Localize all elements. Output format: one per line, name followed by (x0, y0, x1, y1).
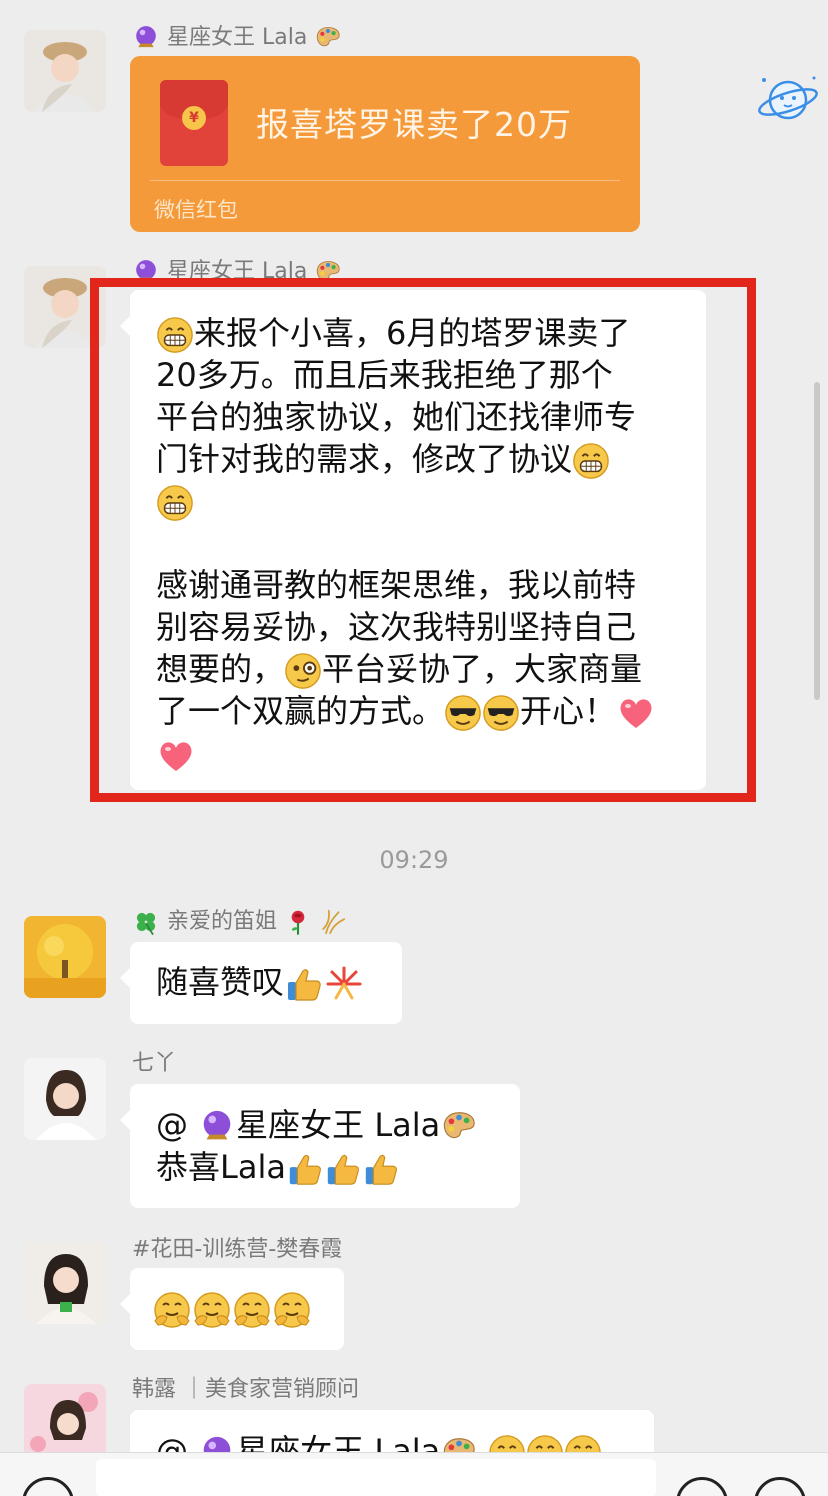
palette-icon (314, 24, 342, 52)
red-packet-title: 报喜塔罗课卖了20万 (256, 105, 572, 144)
message-line: 了一个双赢的方式。 开心！ (156, 690, 706, 733)
crystal-ball-icon (132, 258, 160, 286)
sender-name: #花田-训练营-樊春霞 (132, 1237, 343, 1262)
message-bubble[interactable] (120, 1268, 344, 1350)
sunglasses-emoji-icon (444, 694, 482, 732)
crystal-ball-icon (198, 1108, 236, 1146)
monocle-emoji-icon (284, 652, 322, 690)
planet-icon[interactable] (756, 70, 820, 126)
avatar[interactable] (24, 266, 106, 348)
red-packet-message[interactable]: ¥ 报喜塔罗课卖了20万 微信红包 (130, 56, 640, 232)
message-line: 20多万。而且后来我拒绝了那个 (156, 356, 613, 394)
message-line: 恭喜Lala (156, 1146, 520, 1188)
thumbs-up-icon (284, 964, 324, 1004)
message-line: 想要的， 平台妥协了，大家商量 (156, 650, 643, 690)
message-line: 门针对我的需求，修改了协议 (156, 438, 706, 480)
avatar[interactable] (24, 916, 106, 998)
palette-icon (314, 258, 342, 286)
message-line: 别容易妥协，这次我特别坚持自己 (156, 608, 637, 646)
timestamp: 09:29 (379, 846, 449, 874)
hug-emoji-icon (232, 1291, 272, 1331)
more-button[interactable] (754, 1477, 806, 1496)
sunglasses-emoji-icon (482, 694, 520, 732)
thumbs-up-icon (362, 1150, 400, 1188)
hug-emoji-icon (272, 1291, 312, 1331)
grin-emoji-icon (156, 484, 194, 522)
message-input[interactable] (96, 1459, 656, 1496)
rose-icon (284, 908, 312, 936)
heart-emoji-icon (616, 693, 656, 733)
message-line (156, 480, 706, 522)
sender-name: 星座女王 Lala (132, 258, 342, 286)
avatar[interactable] (24, 30, 106, 112)
thumbs-up-icon (286, 1150, 324, 1188)
emoji-button[interactable] (676, 1477, 728, 1496)
thumbs-up-icon (324, 1150, 362, 1188)
red-packet-footer: 微信红包 (154, 198, 238, 222)
avatar[interactable] (24, 1242, 106, 1324)
message-bubble[interactable]: 随喜赞叹 (120, 942, 402, 1024)
message-line: 平台的独家协议，她们还找律师专 (156, 398, 637, 436)
heart-emoji-icon (156, 736, 196, 776)
message-line: 来报个小喜，6月的塔罗课卖了 (156, 312, 706, 354)
message-bubble[interactable]: 来报个小喜，6月的塔罗课卖了 20多万。而且后来我拒绝了那个 平台的独家协议，她… (120, 290, 706, 790)
avatar[interactable] (24, 1058, 106, 1140)
clover-icon (132, 908, 160, 936)
sender-name: 星座女王 Lala (132, 24, 342, 52)
hug-emoji-icon (152, 1291, 192, 1331)
voice-button[interactable] (22, 1477, 74, 1496)
message-line: @ 星座女王 Lala (156, 1104, 520, 1146)
message-line: 随喜赞叹 (156, 961, 402, 1004)
message-line (156, 733, 706, 776)
red-envelope-icon: ¥ (160, 80, 228, 166)
message-bubble[interactable]: @ 星座女王 Lala 恭喜Lala (120, 1084, 520, 1208)
input-toolbar (0, 1452, 828, 1496)
wheat-icon (319, 908, 347, 936)
fireworks-icon (324, 964, 364, 1004)
message-line (152, 1288, 344, 1331)
sender-name: 亲爱的笛姐 (132, 908, 347, 936)
sender-name: 韩露 ｜美食家营销顾问 (132, 1377, 359, 1402)
hug-emoji-icon (192, 1291, 232, 1331)
message-line: 感谢通哥教的框架思维，我以前特 (156, 566, 637, 604)
divider (150, 180, 620, 181)
sender-name: 七丫 (132, 1051, 177, 1076)
grin-emoji-icon (156, 316, 194, 354)
grin-emoji-icon (572, 442, 610, 480)
palette-icon (440, 1108, 478, 1146)
scrollbar[interactable] (814, 382, 820, 700)
crystal-ball-icon (132, 24, 160, 52)
